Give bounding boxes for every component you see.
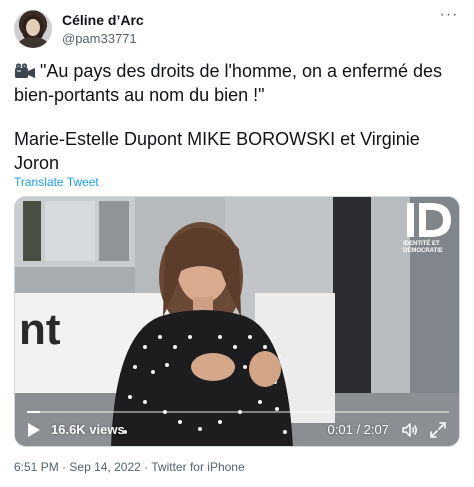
avatar-shoulders (18, 37, 48, 48)
video-progress-bar[interactable] (27, 411, 449, 413)
movie-camera-icon (14, 61, 36, 78)
tweet-card: Céline d’Arc @pam33771 ··· "Au pays des … (0, 0, 474, 487)
footer-separator-2: · (144, 460, 149, 474)
video-player[interactable]: nt IDENTITÉ ET DÉMOCRATIE 16.6K views 0:… (14, 196, 460, 447)
channel-logo-text: IDENTITÉ ET DÉMOCRATIE (403, 241, 443, 254)
tweet-source[interactable]: Twitter for iPhone (151, 460, 244, 474)
video-overlay-text: nt (19, 305, 61, 354)
author-display-name[interactable]: Céline d’Arc (62, 12, 144, 28)
volume-icon[interactable] (401, 421, 419, 439)
video-progress-fill (27, 411, 40, 413)
avatar-face (26, 19, 40, 36)
id-logo-mark (407, 203, 451, 237)
tweet-date[interactable]: Sep 14, 2022 (69, 460, 140, 474)
avatar[interactable] (14, 10, 52, 48)
tweet-footer: 6:51 PM · Sep 14, 2022 · Twitter for iPh… (14, 460, 245, 474)
tweet-time[interactable]: 6:51 PM (14, 460, 59, 474)
footer-separator-1: · (62, 460, 67, 474)
video-time: 0:01 / 2:07 (327, 422, 389, 437)
tweet-paragraph-1: "Au pays des droits de l'homme, on a enf… (14, 59, 464, 107)
view-count: 16.6K views (51, 422, 125, 437)
author-handle[interactable]: @pam33771 (62, 31, 137, 46)
tweet-paragraph-1-text: "Au pays des droits de l'homme, on a enf… (14, 61, 443, 105)
video-frame (15, 197, 459, 446)
more-options-icon[interactable]: ··· (438, 7, 460, 26)
tweet-text: "Au pays des droits de l'homme, on a enf… (14, 59, 464, 175)
tweet-header: Céline d’Arc @pam33771 ··· (14, 7, 460, 50)
translate-tweet-link[interactable]: Translate Tweet (14, 175, 99, 189)
tweet-paragraph-2: Marie-Estelle Dupont MIKE BOROWSKI et Vi… (14, 129, 420, 173)
fullscreen-expand-icon[interactable] (429, 421, 447, 439)
play-icon[interactable] (27, 422, 41, 438)
